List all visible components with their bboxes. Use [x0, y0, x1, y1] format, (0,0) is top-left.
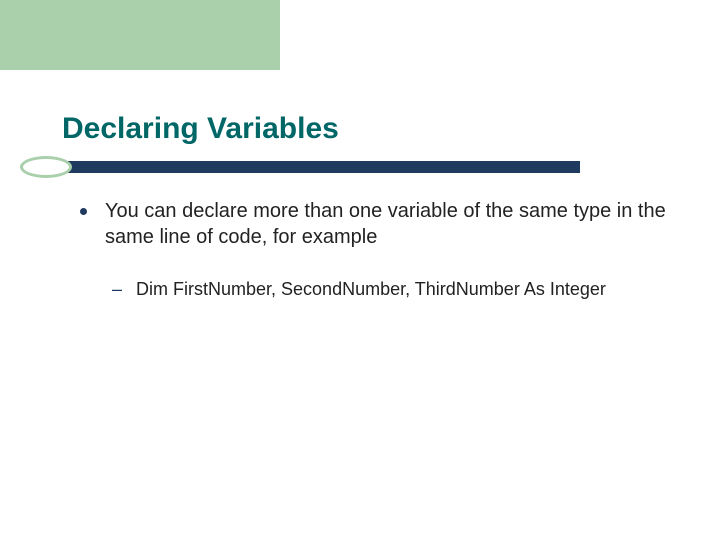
divider-oval	[20, 156, 72, 178]
corner-accent	[0, 0, 280, 70]
title-divider	[20, 154, 580, 180]
slide-title: Declaring Variables	[62, 112, 339, 146]
bullet-1-text: You can declare more than one variable o…	[105, 198, 670, 250]
bullet-dot-icon	[80, 208, 87, 215]
bullet-2-text: Dim FirstNumber, SecondNumber, ThirdNumb…	[136, 278, 606, 301]
bullet-dash-icon: –	[112, 278, 122, 301]
divider-bar	[52, 161, 580, 173]
bullet-level-1: You can declare more than one variable o…	[80, 198, 670, 250]
bullet-level-2: – Dim FirstNumber, SecondNumber, ThirdNu…	[112, 278, 672, 301]
